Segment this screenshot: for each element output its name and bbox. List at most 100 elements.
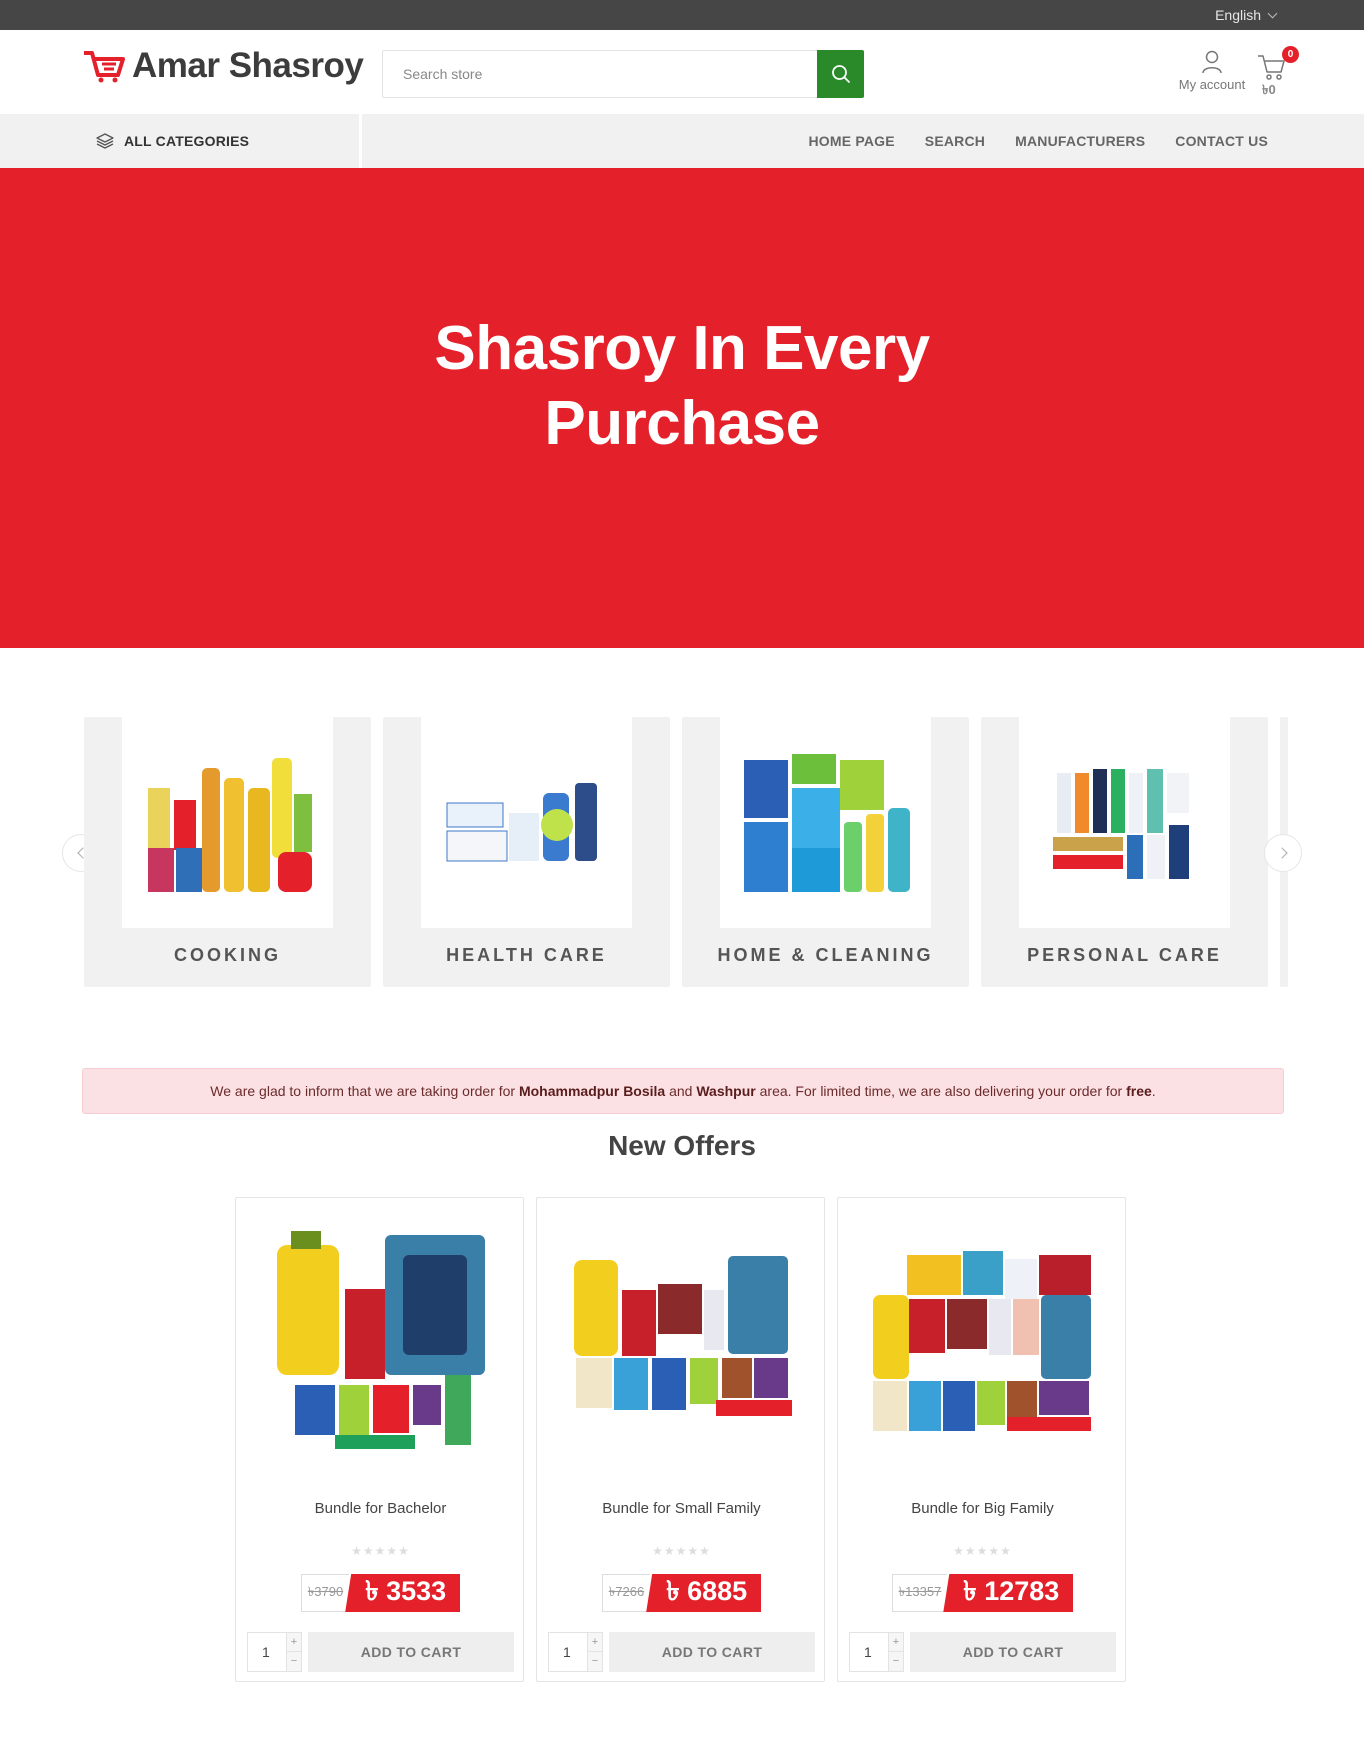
current-price: ৳ 12783 (943, 1574, 1074, 1612)
my-account-link[interactable]: My account (1172, 50, 1252, 92)
price-block: ৳13357 ৳ 12783 (838, 1574, 1127, 1612)
quantity-value: 1 (864, 1644, 872, 1660)
add-to-cart-row: 1 + − ADD TO CART (247, 1632, 514, 1672)
star-icon: ★ (1000, 1544, 1012, 1558)
section-title: New Offers (608, 1130, 756, 1161)
chevron-right-icon (1275, 847, 1288, 859)
category-health-care[interactable]: HEALTH CARE (383, 717, 670, 987)
minus-icon[interactable]: − (286, 1652, 301, 1671)
top-bar: English (0, 0, 1364, 30)
old-price: ৳3790 (300, 1574, 350, 1612)
nav-home-page[interactable]: HOME PAGE (808, 133, 894, 149)
nav-search[interactable]: SEARCH (925, 133, 985, 149)
add-to-cart-row: 1 + − ADD TO CART (849, 1632, 1116, 1672)
search-input[interactable] (383, 51, 817, 97)
chevron-down-icon (1267, 8, 1278, 18)
quantity-stepper[interactable]: 1 + − (548, 1632, 603, 1672)
category-image-health-care (421, 717, 632, 928)
rating-stars: ★★★★★ (537, 1544, 826, 1558)
add-to-cart-button[interactable]: ADD TO CART (609, 1632, 815, 1672)
header: Amar Shasroy My account 0 ৳0 (0, 30, 1364, 114)
category-image-home-cleaning (720, 717, 931, 928)
hero-banner[interactable]: Shasroy In Every Purchase (0, 168, 1364, 648)
star-icon: ★ (362, 1544, 375, 1558)
product-card: Bundle for Bachelor ★★★★★ ৳3790 ৳ 3533 1… (235, 1197, 524, 1682)
star-icon: ★ (976, 1544, 989, 1558)
category-label: HOME & CLEANING (717, 945, 934, 965)
star-icon: ★ (675, 1544, 688, 1558)
search-icon (831, 65, 850, 84)
product-name[interactable]: Bundle for Small Family (537, 1500, 826, 1517)
star-icon: ★ (386, 1544, 399, 1558)
quantity-stepper[interactable]: 1 + − (849, 1632, 904, 1672)
delivery-notice: We are glad to inform that we are taking… (82, 1068, 1284, 1114)
add-to-cart-row: 1 + − ADD TO CART (548, 1632, 815, 1672)
category-label: PERSONAL CARE (1027, 945, 1222, 965)
star-icon: ★ (988, 1544, 1001, 1558)
category-label: COOKING (173, 945, 281, 965)
plus-icon[interactable]: + (888, 1633, 903, 1652)
star-icon: ★ (964, 1544, 977, 1558)
language-selector[interactable]: English (1215, 7, 1278, 23)
star-icon: ★ (652, 1544, 664, 1558)
my-account-label: My account (1178, 77, 1246, 92)
category-image-cooking (122, 717, 333, 928)
product-image[interactable] (860, 1218, 1104, 1462)
all-categories-button[interactable]: ALL CATEGORIES (82, 114, 362, 168)
add-to-cart-button[interactable]: ADD TO CART (308, 1632, 514, 1672)
quantity-value: 1 (563, 1644, 571, 1660)
notice-free: free (1126, 1083, 1152, 1099)
product-image[interactable] (258, 1218, 502, 1462)
star-icon: ★ (398, 1544, 410, 1558)
rating-stars: ★★★★★ (236, 1544, 525, 1558)
nav-links: HOME PAGE SEARCH MANUFACTURERS CONTACT U… (808, 114, 1268, 168)
layers-icon (96, 133, 114, 149)
product-image[interactable] (559, 1218, 803, 1462)
category-home-cleaning[interactable]: HOME & CLEANING (682, 717, 969, 987)
category-personal-care[interactable]: PERSONAL CARE (981, 717, 1268, 987)
quantity-stepper[interactable]: 1 + − (247, 1632, 302, 1672)
product-name[interactable]: Bundle for Big Family (838, 1500, 1127, 1517)
add-to-cart-button[interactable]: ADD TO CART (910, 1632, 1116, 1672)
search-button[interactable] (817, 50, 864, 98)
plus-icon[interactable]: + (587, 1633, 602, 1652)
product-name[interactable]: Bundle for Bachelor (236, 1500, 525, 1517)
logo[interactable]: Amar Shasroy (82, 46, 364, 86)
nav-contact-us[interactable]: CONTACT US (1175, 133, 1268, 149)
cart-logo-icon (84, 51, 125, 83)
product-card: Bundle for Small Family ★★★★★ ৳7266 ৳ 68… (536, 1197, 825, 1682)
old-price: ৳7266 (601, 1574, 651, 1612)
star-icon: ★ (351, 1544, 363, 1558)
notice-text-2: and (665, 1083, 697, 1099)
notice-text-1: We are glad to inform that we are taking… (210, 1083, 519, 1099)
category-cooking[interactable]: COOKING (84, 717, 371, 987)
star-icon: ★ (687, 1544, 700, 1558)
category-carousel: COOKING HEALTH CARE HOME & CLEANING PERS… (84, 717, 1288, 987)
star-icon: ★ (953, 1544, 965, 1558)
notice-text-3: area. For limited time, we are also deli… (755, 1083, 1127, 1099)
quantity-value: 1 (262, 1644, 270, 1660)
notice-area-2: Washpur (696, 1083, 756, 1099)
all-categories-label: ALL CATEGORIES (124, 133, 250, 149)
cart-button[interactable]: 0 ৳0 (1254, 46, 1300, 97)
nav-manufacturers[interactable]: MANUFACTURERS (1015, 133, 1145, 149)
category-image-personal-care (1019, 717, 1230, 928)
minus-icon[interactable]: − (587, 1652, 602, 1671)
search-bar (382, 50, 864, 98)
product-card: Bundle for Big Family ★★★★★ ৳13357 ৳ 127… (837, 1197, 1126, 1682)
price-block: ৳7266 ৳ 6885 (537, 1574, 826, 1612)
star-icon: ★ (663, 1544, 676, 1558)
carousel-next-button[interactable] (1264, 834, 1302, 872)
plus-icon[interactable]: + (286, 1633, 301, 1652)
notice-text-4: . (1151, 1083, 1156, 1099)
cart-count-badge: 0 (1282, 46, 1299, 63)
main-nav: ALL CATEGORIES HOME PAGE SEARCH MANUFACT… (0, 114, 1364, 168)
cart-total: ৳0 (1262, 82, 1276, 97)
price-block: ৳3790 ৳ 3533 (236, 1574, 525, 1612)
current-price: ৳ 6885 (646, 1574, 762, 1612)
current-price: ৳ 3533 (345, 1574, 461, 1612)
minus-icon[interactable]: − (888, 1652, 903, 1671)
category-label: HEALTH CARE (446, 945, 607, 965)
old-price: ৳13357 (891, 1574, 948, 1612)
user-icon (1202, 50, 1222, 74)
